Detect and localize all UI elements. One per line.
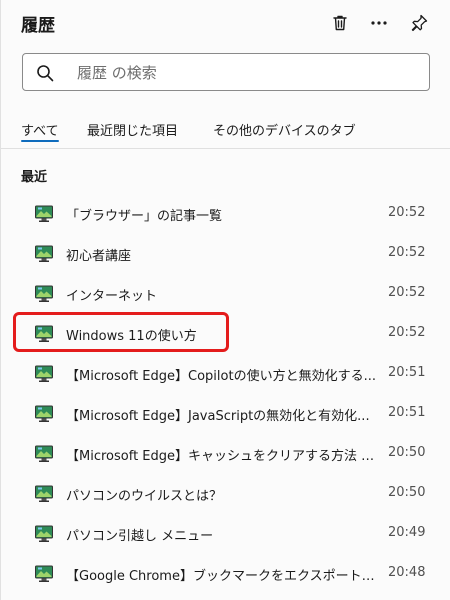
history-item[interactable]: パソコン引越し メニュー 20:49: [1, 514, 450, 554]
history-item-time: 20:52: [388, 325, 426, 340]
delete-history-button[interactable]: [326, 9, 354, 37]
section-title-recent: 最近: [21, 170, 48, 185]
history-list: 「ブラウザー」の記事一覧 20:52 初心者講座 20:52 インターネット 2…: [1, 194, 450, 594]
history-item-time: 20:48: [388, 565, 426, 580]
site-favicon-icon: [35, 405, 53, 422]
history-item-time: 20:52: [388, 205, 426, 220]
pin-panel-button[interactable]: [405, 9, 433, 37]
history-item[interactable]: 【Microsoft Edge】Copilotの使い方と無効化する... 20:…: [1, 354, 450, 394]
site-favicon-icon: [35, 565, 53, 582]
history-item-time: 20:50: [388, 485, 426, 500]
tabs-divider: [1, 148, 450, 149]
history-item-time: 20:52: [388, 245, 426, 260]
history-item[interactable]: 「ブラウザー」の記事一覧 20:52: [1, 194, 450, 234]
history-item-title: パソコンのウイルスとは？: [66, 489, 223, 504]
more-options-button[interactable]: [365, 9, 393, 37]
history-panel: 履歴 すべて 最近閉じた項目 その他のデバイスのタブ 最近: [0, 0, 450, 600]
history-item-title: 【Microsoft Edge】キャッシュをクリアする方法 | ショ...: [66, 449, 376, 464]
pin-icon: [411, 14, 428, 32]
history-item-time: 20:49: [388, 525, 426, 540]
history-item-time: 20:51: [388, 405, 426, 420]
site-favicon-icon: [35, 325, 53, 342]
history-item-title: 初心者講座: [66, 249, 132, 264]
history-item[interactable]: 【Microsoft Edge】キャッシュをクリアする方法 | ショ... 20…: [1, 434, 450, 474]
site-favicon-icon: [35, 285, 53, 302]
site-favicon-icon: [35, 245, 53, 262]
site-favicon-icon: [35, 205, 53, 222]
panel-title: 履歴: [21, 16, 55, 36]
history-search-input[interactable]: [75, 61, 419, 85]
search-icon: [37, 65, 54, 82]
history-item-title: 【Microsoft Edge】JavaScriptの無効化と有効化...: [66, 409, 370, 424]
history-search-box[interactable]: [22, 53, 430, 91]
active-tab-indicator: [21, 140, 59, 142]
history-item-title: 「ブラウザー」の記事一覧: [66, 209, 223, 224]
tab-all[interactable]: すべて: [21, 120, 59, 139]
site-favicon-icon: [35, 525, 53, 542]
history-item[interactable]: 初心者講座 20:52: [1, 234, 450, 274]
history-item-time: 20:50: [388, 445, 426, 460]
history-item-highlighted[interactable]: Windows 11の使い方 20:52: [1, 314, 450, 354]
history-item[interactable]: 【Google Chrome】ブックマークをエクスポートやイン... 20:48: [1, 554, 450, 594]
site-favicon-icon: [35, 445, 53, 462]
history-item-title: 【Google Chrome】ブックマークをエクスポートやイン...: [66, 569, 376, 584]
tab-other-devices[interactable]: その他のデバイスのタブ: [213, 120, 356, 139]
history-item-title: 【Microsoft Edge】Copilotの使い方と無効化する...: [66, 369, 376, 384]
history-item[interactable]: 【Microsoft Edge】JavaScriptの無効化と有効化... 20…: [1, 394, 450, 434]
history-item-title: パソコン引越し メニュー: [66, 529, 214, 544]
history-item-time: 20:51: [388, 365, 426, 380]
history-item-title: Windows 11の使い方: [66, 329, 197, 344]
more-icon: [371, 21, 387, 25]
history-item[interactable]: パソコンのウイルスとは？ 20:50: [1, 474, 450, 514]
panel-header: 履歴: [1, 0, 450, 44]
trash-icon: [333, 15, 347, 31]
history-item[interactable]: インターネット 20:52: [1, 274, 450, 314]
history-item-title: インターネット: [66, 289, 158, 304]
site-favicon-icon: [35, 485, 53, 502]
tab-recently-closed[interactable]: 最近閉じた項目: [87, 120, 178, 139]
site-favicon-icon: [35, 365, 53, 382]
history-item-time: 20:52: [388, 285, 426, 300]
